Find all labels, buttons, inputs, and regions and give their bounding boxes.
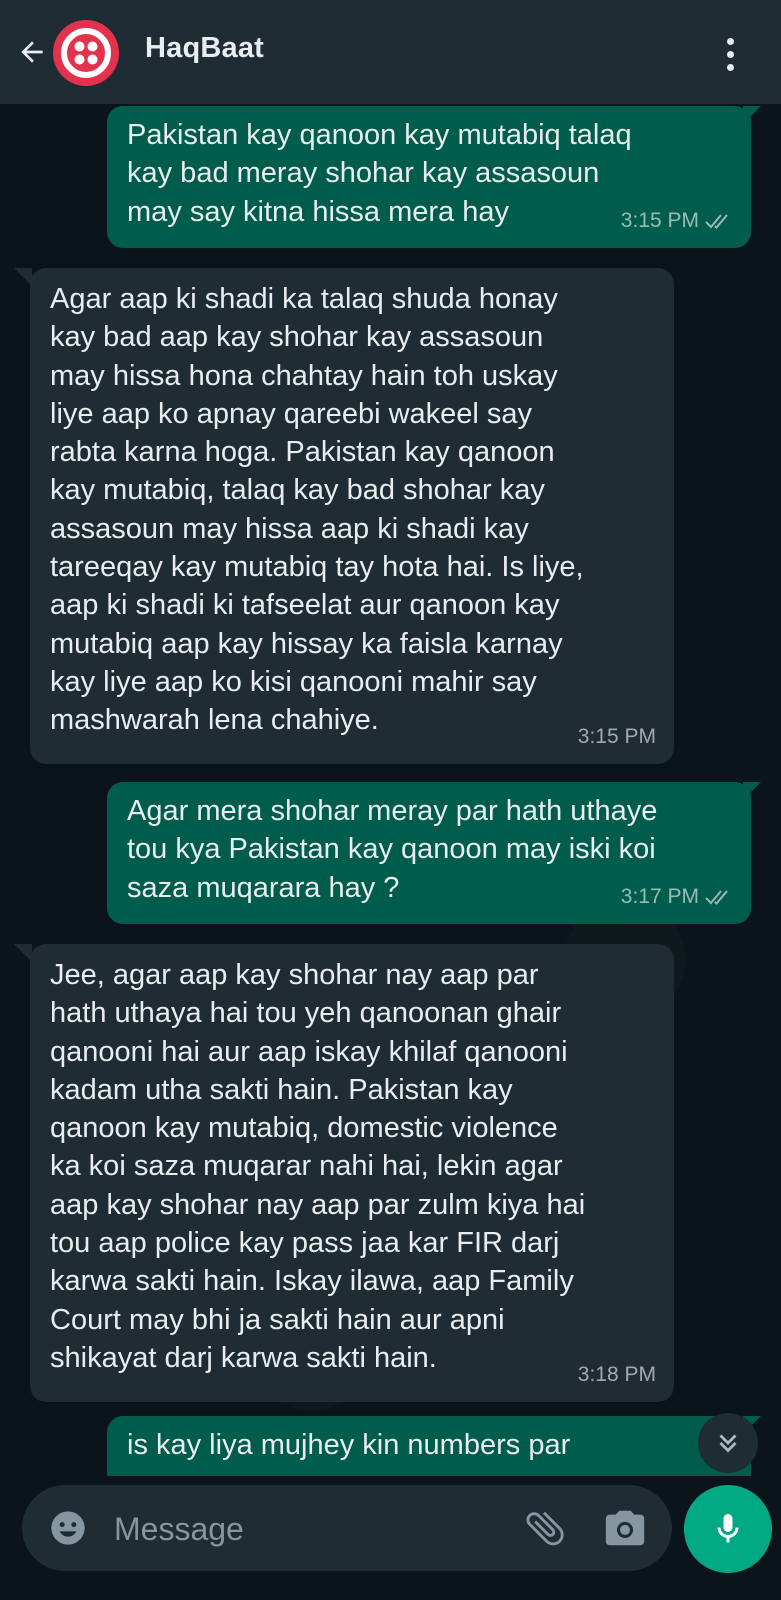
message-meta: 3:15 PM: [578, 718, 656, 756]
message-meta: 3:15 PM: [621, 202, 733, 240]
message-meta: 3:17 PM: [621, 878, 733, 916]
twilio-logo: [61, 28, 111, 78]
emoji-icon[interactable]: [48, 1508, 88, 1548]
avatar[interactable]: [53, 20, 119, 86]
scroll-down-button[interactable]: [698, 1413, 758, 1473]
message-time: 3:18 PM: [577, 1362, 656, 1386]
chevron-double-down-icon: [719, 1434, 737, 1453]
message-outgoing[interactable]: is kay liya mujhey kin numbers par: [107, 1416, 751, 1476]
arrow-left-icon: [21, 41, 43, 63]
bubble-tail: [743, 106, 761, 124]
message-composer: [22, 1485, 672, 1571]
bubble-tail: [14, 944, 32, 962]
double-check-icon: [705, 890, 728, 905]
message-time: 3:15 PM: [577, 724, 656, 748]
more-vert-icon[interactable]: [720, 34, 740, 74]
camera-icon[interactable]: [602, 1505, 648, 1551]
bubble-tail: [743, 782, 761, 800]
chat-header: HaqBaat: [0, 0, 781, 104]
message-text: Agar aap ki shadi ka talaq shuda honay k…: [50, 283, 584, 737]
chat-title[interactable]: HaqBaat: [145, 32, 264, 65]
double-check-icon: [705, 214, 728, 229]
message-text: Jee, agar aap kay shohar nay aap par hat…: [50, 959, 586, 1374]
message-input[interactable]: [112, 1505, 516, 1553]
message-clip: is kay liya mujhey kin numbers par: [0, 1416, 781, 1476]
message-meta: 3:18 PM: [578, 1356, 656, 1394]
message-outgoing[interactable]: Pakistan kay qanoon kay mutabiq talaq ka…: [107, 106, 751, 248]
bubble-tail: [14, 268, 32, 286]
mic-icon: [717, 1514, 739, 1543]
message-time: 3:15 PM: [620, 208, 699, 232]
paperclip-icon[interactable]: [522, 1505, 568, 1551]
message-text: is kay liya mujhey kin numbers par: [127, 1429, 571, 1461]
message-incoming[interactable]: Jee, agar aap kay shohar nay aap par hat…: [30, 944, 674, 1402]
message-incoming[interactable]: Agar aap ki shadi ka talaq shuda honay k…: [30, 268, 674, 764]
message-time: 3:17 PM: [620, 884, 699, 908]
back-button[interactable]: [14, 34, 50, 70]
message-outgoing[interactable]: Agar mera shohar meray par hath uthaye t…: [107, 782, 751, 924]
mic-button[interactable]: [684, 1485, 772, 1573]
